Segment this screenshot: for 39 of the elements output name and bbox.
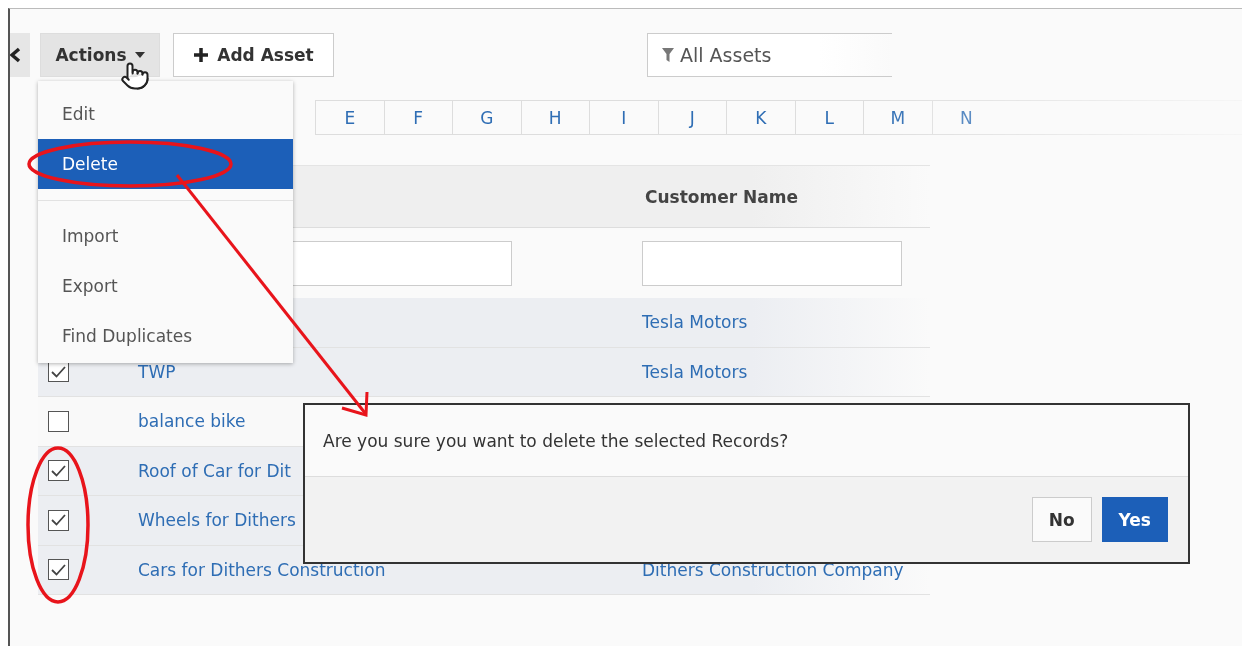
menu-item[interactable]: Find Duplicates xyxy=(38,311,293,361)
actions-button[interactable]: Actions xyxy=(40,33,160,77)
menu-item[interactable]: Edit xyxy=(38,89,293,139)
checkmark-icon xyxy=(51,464,66,477)
caret-icon xyxy=(134,52,145,58)
checkmark-icon xyxy=(51,514,66,527)
alphabet-letter[interactable]: E xyxy=(315,101,384,134)
alphabet-letter[interactable]: F xyxy=(383,101,452,134)
row-checkbox[interactable] xyxy=(48,559,69,581)
customer-name-link[interactable]: Tesla Motors xyxy=(642,312,748,333)
plus-icon xyxy=(193,47,210,63)
row-checkbox[interactable] xyxy=(48,460,69,482)
alphabet-letter[interactable]: H xyxy=(520,101,589,134)
yes-button[interactable]: Yes xyxy=(1101,497,1168,542)
alphabet-letter[interactable]: J xyxy=(657,101,726,134)
menu-item[interactable]: Export xyxy=(38,261,293,311)
customer-name-link[interactable]: Dithers Construction Company xyxy=(642,559,904,580)
alphabet-letter[interactable]: M xyxy=(863,101,932,134)
no-button[interactable]: No xyxy=(1031,497,1092,542)
customer-filter-field[interactable] xyxy=(642,240,902,286)
checkmark-icon xyxy=(51,365,66,378)
alphabet-letter[interactable]: N xyxy=(931,101,1000,134)
row-checkbox[interactable] xyxy=(48,361,69,383)
menu-item[interactable]: Import xyxy=(38,211,293,261)
alphabet-letter[interactable]: K xyxy=(726,101,795,134)
alphabet-letter[interactable]: L xyxy=(794,101,863,134)
asset-name-link[interactable]: Cars for Dithers Construction xyxy=(138,559,642,580)
alphabet-letter[interactable]: G xyxy=(452,101,521,134)
add-asset-button[interactable]: Add Asset xyxy=(173,33,334,77)
checkmark-icon xyxy=(51,563,66,576)
chevron-left-icon xyxy=(10,47,21,63)
column-header: Customer Name xyxy=(645,186,798,207)
row-checkbox[interactable] xyxy=(48,509,69,531)
asset-filter-dropdown[interactable]: All Assets xyxy=(647,33,892,77)
filter-icon xyxy=(662,48,674,62)
row-checkbox[interactable] xyxy=(48,410,69,432)
customer-name-link[interactable]: Tesla Motors xyxy=(642,361,748,382)
alphabet-letter[interactable]: I xyxy=(589,101,658,134)
asset-name-link[interactable]: TWP xyxy=(138,361,642,382)
